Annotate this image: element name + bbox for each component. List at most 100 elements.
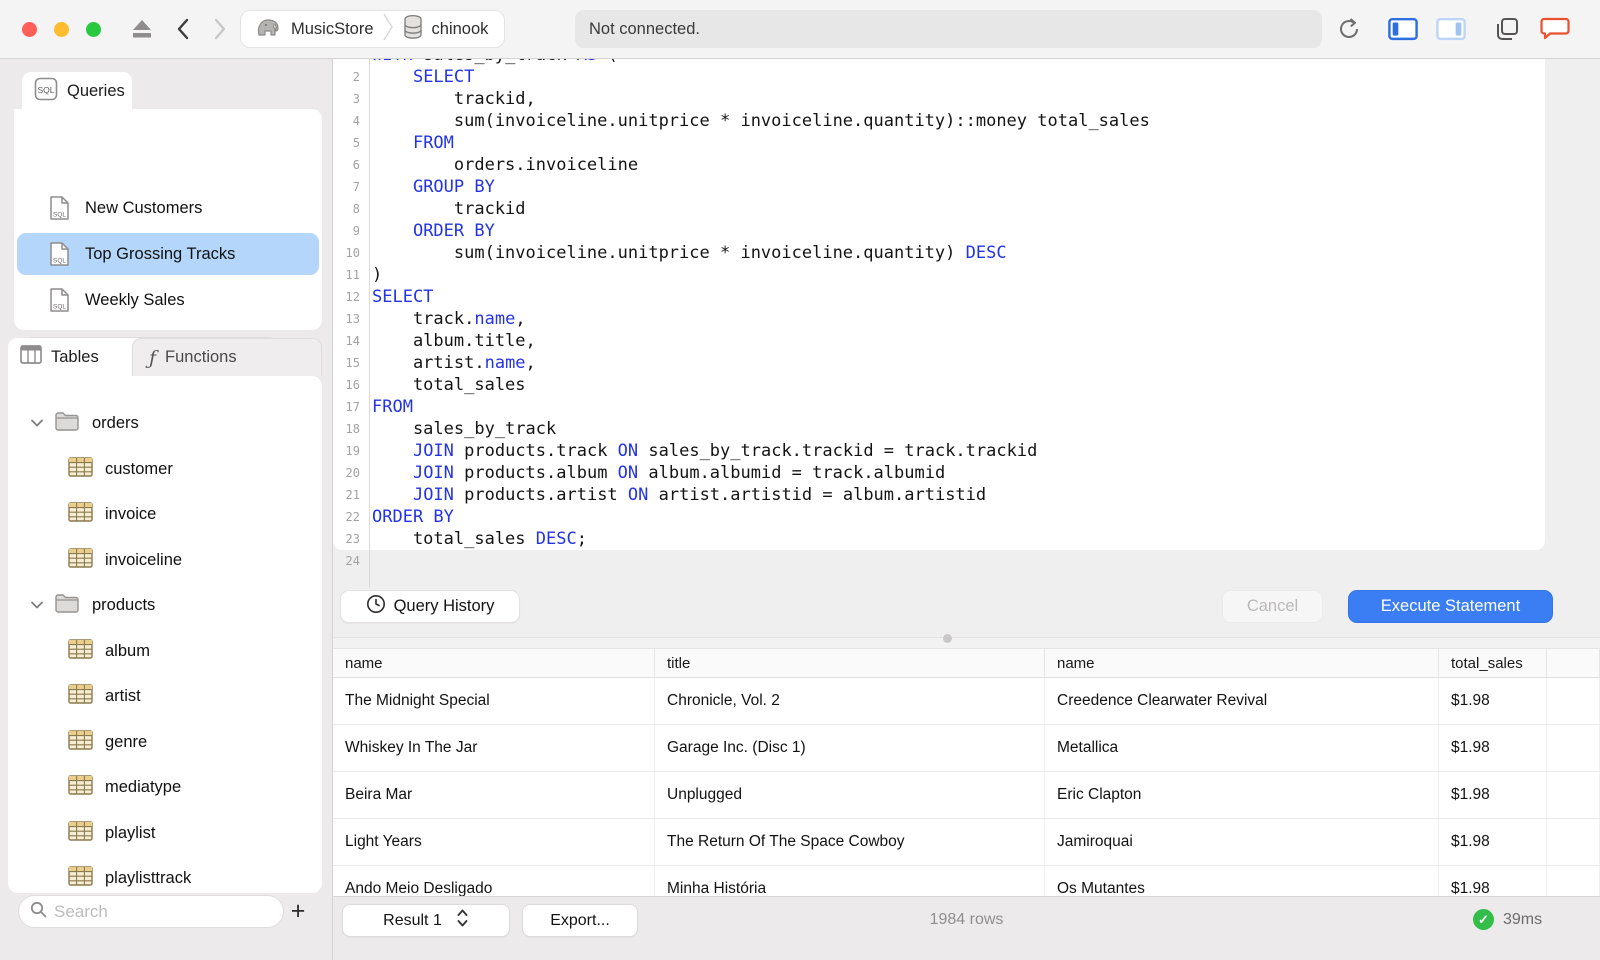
table-cell[interactable] bbox=[1547, 819, 1600, 865]
table-cell[interactable]: Minha História bbox=[655, 866, 1045, 896]
table-cell[interactable]: Creedence Clearwater Revival bbox=[1045, 678, 1439, 724]
feedback-bubble-icon[interactable] bbox=[1540, 14, 1570, 44]
table-cell[interactable]: Jamiroquai bbox=[1045, 819, 1439, 865]
query-item[interactable]: SQL New Customers bbox=[17, 187, 319, 229]
tables-search[interactable] bbox=[18, 895, 284, 928]
windows-icon[interactable] bbox=[1492, 14, 1522, 44]
tab-tables[interactable]: Tables bbox=[8, 338, 132, 376]
add-table-button[interactable]: + bbox=[284, 895, 312, 928]
refresh-icon[interactable] bbox=[1334, 14, 1364, 44]
code-line-12[interactable]: SELECT bbox=[372, 286, 1600, 308]
table-cell[interactable] bbox=[1547, 725, 1600, 771]
code-line-23[interactable]: total_sales DESC; bbox=[372, 528, 1600, 550]
code-line-17[interactable]: FROM bbox=[372, 396, 1600, 418]
breadcrumb[interactable]: MusicStore chinook bbox=[240, 10, 506, 48]
execute-statement-button[interactable]: Execute Statement bbox=[1348, 590, 1553, 623]
code-line-18[interactable]: sales_by_track bbox=[372, 418, 1600, 440]
code-area[interactable]: WITH sales_by_track AS ( SELECT trackid,… bbox=[369, 59, 1600, 572]
code-line-6[interactable]: orders.invoiceline bbox=[372, 154, 1600, 176]
code-line-4[interactable]: sum(invoiceline.unitprice * invoiceline.… bbox=[372, 110, 1600, 132]
tree-item-orders[interactable]: orders bbox=[8, 401, 322, 447]
code-line-10[interactable]: sum(invoiceline.unitprice * invoiceline.… bbox=[372, 242, 1600, 264]
tree-item-invoice[interactable]: invoice bbox=[8, 492, 322, 538]
code-line-1[interactable]: WITH sales_by_track AS ( bbox=[372, 59, 1600, 66]
table-cell[interactable]: Metallica bbox=[1045, 725, 1439, 771]
code-line-2[interactable]: SELECT bbox=[372, 66, 1600, 88]
toggle-right-sidebar-icon[interactable] bbox=[1436, 14, 1466, 44]
zoom-window-button[interactable] bbox=[86, 22, 101, 37]
table-cell[interactable]: The Return Of The Space Cowboy bbox=[655, 819, 1045, 865]
table-cell[interactable]: $1.98 bbox=[1439, 866, 1547, 896]
code-line-7[interactable]: GROUP BY bbox=[372, 176, 1600, 198]
table-cell[interactable]: Beira Mar bbox=[333, 772, 655, 818]
table-cell[interactable]: Ando Meio Desligado bbox=[333, 866, 655, 896]
tree-item-artist[interactable]: artist bbox=[8, 674, 322, 720]
column-header-name[interactable]: name bbox=[1045, 649, 1439, 677]
sql-editor[interactable]: 123456789101112131415161718192021222324 … bbox=[333, 59, 1600, 588]
table-cell[interactable]: $1.98 bbox=[1439, 678, 1547, 724]
table-row[interactable]: Whiskey In The Jar Garage Inc. (Disc 1) Me… bbox=[333, 725, 1600, 772]
query-item[interactable]: SQL Top Grossing Tracks bbox=[17, 233, 319, 275]
table-row[interactable]: Light Years The Return Of The Space Cowbo… bbox=[333, 819, 1600, 866]
table-cell[interactable]: The Midnight Special bbox=[333, 678, 655, 724]
tree-item-playlisttrack[interactable]: playlisttrack bbox=[8, 856, 322, 893]
tab-functions[interactable]: ƒ Functions bbox=[132, 338, 322, 376]
code-line-9[interactable]: ORDER BY bbox=[372, 220, 1600, 242]
code-line-14[interactable]: album.title, bbox=[372, 330, 1600, 352]
table-cell[interactable] bbox=[1547, 678, 1600, 724]
table-cell[interactable]: Light Years bbox=[333, 819, 655, 865]
table-cell[interactable]: Whiskey In The Jar bbox=[333, 725, 655, 771]
tree-item-playlist[interactable]: playlist bbox=[8, 811, 322, 857]
table-cell[interactable]: $1.98 bbox=[1439, 725, 1547, 771]
table-row[interactable]: Beira Mar Unplugged Eric Clapton $1.98 bbox=[333, 772, 1600, 819]
table-cell[interactable]: Unplugged bbox=[655, 772, 1045, 818]
breadcrumb-server[interactable]: MusicStore bbox=[291, 20, 374, 39]
table-row[interactable]: The Midnight Special Chronicle, Vol. 2 Cre… bbox=[333, 678, 1600, 725]
cancel-button[interactable]: Cancel bbox=[1222, 590, 1323, 623]
code-line-3[interactable]: trackid, bbox=[372, 88, 1600, 110]
table-row[interactable]: Ando Meio Desligado Minha História Os Muta… bbox=[333, 866, 1600, 896]
toggle-left-sidebar-icon[interactable] bbox=[1388, 14, 1418, 44]
code-line-13[interactable]: track.name, bbox=[372, 308, 1600, 330]
tab-queries[interactable]: SQL Queries bbox=[22, 72, 132, 110]
column-header-name[interactable]: name bbox=[333, 649, 655, 677]
panel-resize-handle[interactable] bbox=[943, 634, 952, 643]
column-header-total_sales[interactable]: total_sales bbox=[1439, 649, 1547, 677]
chevron-down-icon[interactable] bbox=[30, 418, 44, 428]
query-history-button[interactable]: Query History bbox=[340, 590, 520, 623]
table-cell[interactable] bbox=[1547, 772, 1600, 818]
code-line-5[interactable]: FROM bbox=[372, 132, 1600, 154]
table-cell[interactable]: Os Mutantes bbox=[1045, 866, 1439, 896]
table-cell[interactable]: $1.98 bbox=[1439, 772, 1547, 818]
query-item[interactable]: SQL Weekly Sales bbox=[17, 279, 319, 321]
code-line-24[interactable] bbox=[372, 550, 1600, 572]
code-line-15[interactable]: artist.name, bbox=[372, 352, 1600, 374]
table-cell[interactable]: Eric Clapton bbox=[1045, 772, 1439, 818]
minimize-window-button[interactable] bbox=[54, 22, 69, 37]
back-icon[interactable] bbox=[168, 14, 198, 44]
table-cell[interactable]: Chronicle, Vol. 2 bbox=[655, 678, 1045, 724]
column-header-title[interactable]: title bbox=[655, 649, 1045, 677]
forward-icon[interactable] bbox=[205, 14, 235, 44]
table-cell[interactable]: Garage Inc. (Disc 1) bbox=[655, 725, 1045, 771]
code-line-21[interactable]: JOIN products.artist ON artist.artistid … bbox=[372, 484, 1600, 506]
table-cell[interactable] bbox=[1547, 866, 1600, 896]
close-window-button[interactable] bbox=[22, 22, 37, 37]
tree-item-products[interactable]: products bbox=[8, 583, 322, 629]
code-line-16[interactable]: total_sales bbox=[372, 374, 1600, 396]
tables-search-input[interactable] bbox=[54, 901, 254, 922]
code-line-20[interactable]: JOIN products.album ON album.albumid = t… bbox=[372, 462, 1600, 484]
code-line-22[interactable]: ORDER BY bbox=[372, 506, 1600, 528]
code-line-19[interactable]: JOIN products.track ON sales_by_track.tr… bbox=[372, 440, 1600, 462]
tree-item-mediatype[interactable]: mediatype bbox=[8, 765, 322, 811]
eject-icon[interactable] bbox=[127, 14, 157, 44]
column-header-empty[interactable] bbox=[1547, 649, 1600, 677]
tree-item-customer[interactable]: customer bbox=[8, 447, 322, 493]
tree-item-album[interactable]: album bbox=[8, 629, 322, 675]
breadcrumb-database[interactable]: chinook bbox=[432, 20, 489, 39]
chevron-down-icon[interactable] bbox=[30, 600, 44, 610]
tree-item-genre[interactable]: genre bbox=[8, 720, 322, 766]
code-line-8[interactable]: trackid bbox=[372, 198, 1600, 220]
table-cell[interactable]: $1.98 bbox=[1439, 819, 1547, 865]
tree-item-invoiceline[interactable]: invoiceline bbox=[8, 538, 322, 584]
